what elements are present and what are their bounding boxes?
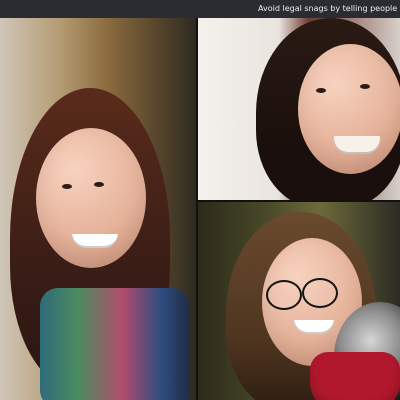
right-eye: [94, 182, 104, 187]
video-tile-left[interactable]: [0, 18, 196, 400]
glasses-right-lens: [302, 278, 338, 308]
dog-bandana: [310, 352, 400, 400]
app-window: Avoid legal snags by telling people they…: [0, 0, 400, 400]
left-eye: [62, 184, 72, 189]
video-grid: [0, 18, 400, 400]
scarf: [40, 288, 190, 400]
banner-text: Avoid legal snags by telling people they…: [258, 4, 400, 13]
glasses-left-lens: [266, 280, 302, 310]
notification-banner: Avoid legal snags by telling people they…: [0, 0, 400, 18]
video-tile-bottom-right[interactable]: [198, 202, 400, 400]
face: [298, 44, 400, 174]
smile: [334, 136, 380, 154]
right-eye: [360, 84, 370, 89]
video-tile-top-right[interactable]: [198, 18, 400, 200]
left-eye: [316, 88, 326, 93]
smile: [72, 234, 118, 248]
